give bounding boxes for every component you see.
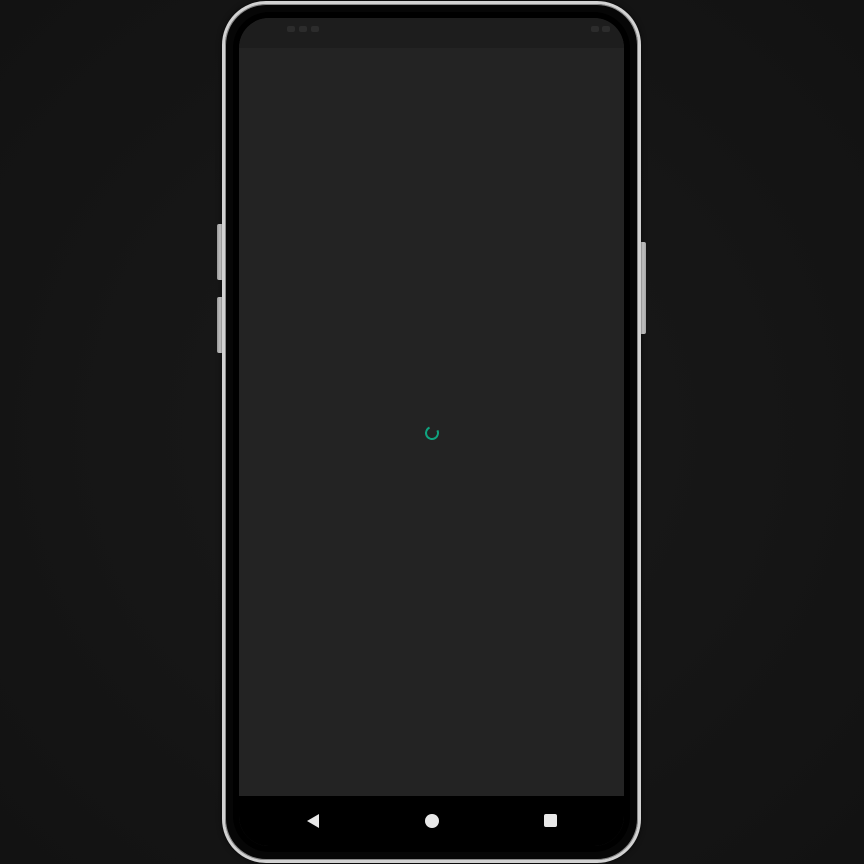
- notification-icon: [311, 26, 319, 32]
- app-content: [239, 48, 624, 796]
- signal-icon: [591, 26, 599, 32]
- back-icon[interactable]: [307, 814, 319, 828]
- home-icon[interactable]: [424, 814, 439, 828]
- recents-icon[interactable]: [544, 814, 557, 827]
- notification-icon: [299, 26, 307, 32]
- status-icons-right: [591, 26, 610, 32]
- status-icons-left: [287, 26, 319, 32]
- navigation-bar: [239, 796, 624, 846]
- loading-spinner-icon: [422, 424, 441, 442]
- phone-screen: [239, 18, 624, 846]
- battery-icon: [602, 26, 610, 32]
- phone-frame: [222, 1, 641, 863]
- page-background: [0, 0, 864, 864]
- status-bar: [239, 18, 624, 48]
- phone-bezel: [233, 12, 630, 852]
- notification-icon: [287, 26, 295, 32]
